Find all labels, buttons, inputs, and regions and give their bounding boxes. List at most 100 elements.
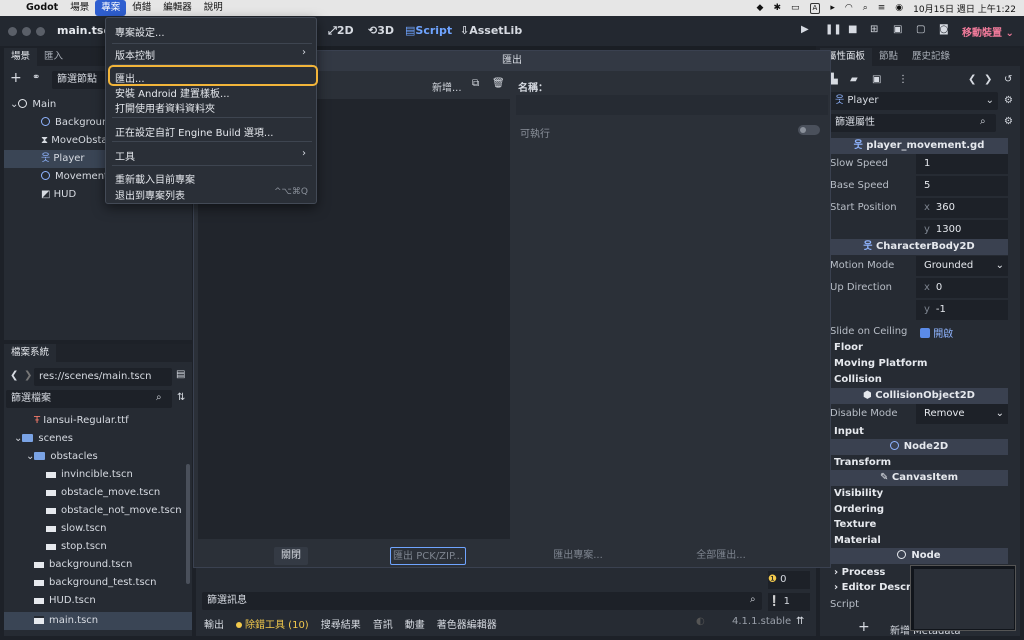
link-icon[interactable]: ⚭ bbox=[32, 72, 40, 83]
tab-history[interactable]: 歷史記錄 bbox=[905, 48, 957, 66]
node-tools-icon[interactable]: ⚙ bbox=[1004, 95, 1013, 106]
siri-icon[interactable]: ◉ bbox=[895, 3, 903, 13]
wifi-icon[interactable]: ◠ bbox=[845, 3, 853, 13]
remote-debug-icon[interactable]: ⊞ bbox=[870, 24, 878, 35]
filter-messages-input[interactable]: 篩選訊息 bbox=[202, 592, 762, 610]
save-icon[interactable]: ▣ bbox=[872, 74, 881, 85]
tab-shader-editor[interactable]: 著色器編輯器 bbox=[437, 616, 497, 631]
menu-item-reload-project[interactable]: 重新載入目前專案 bbox=[115, 171, 195, 186]
open-folder-icon[interactable]: ▰ bbox=[850, 74, 858, 85]
group-floor[interactable]: Floor bbox=[834, 342, 863, 353]
screenshot-thumbnail[interactable] bbox=[910, 565, 1016, 631]
node-section[interactable]: Node bbox=[830, 548, 1008, 564]
fs-scrollbar[interactable] bbox=[186, 464, 190, 584]
tab-animation[interactable]: 動畫 bbox=[405, 616, 425, 631]
fs-item[interactable]: slow.tscn bbox=[4, 520, 192, 538]
menu-item-tools[interactable]: 工具 bbox=[115, 148, 135, 163]
collapse-icon[interactable]: ⌄ bbox=[10, 99, 18, 110]
disable-mode-select[interactable]: Remove ⌄ bbox=[916, 404, 1008, 424]
play-icon[interactable]: ▸ bbox=[830, 3, 835, 13]
export-project-button[interactable]: 匯出專案... bbox=[548, 547, 608, 565]
menu-item-version-control[interactable]: 版本控制 bbox=[115, 47, 155, 62]
fs-folder-scenes[interactable]: ⌄ scenes bbox=[4, 430, 192, 448]
tab-import[interactable]: 匯入 bbox=[37, 48, 70, 66]
bluetooth-icon[interactable]: ✱ bbox=[773, 3, 781, 13]
collapse-icon[interactable]: ⌄ bbox=[14, 433, 22, 444]
tab-scene[interactable]: 場景 bbox=[4, 48, 38, 66]
next-icon[interactable]: ❯ bbox=[984, 74, 992, 85]
movie-maker-icon[interactable]: ◙ bbox=[939, 24, 949, 35]
menu-item-quit-to-list[interactable]: 退出到專案列表 bbox=[115, 187, 185, 202]
filter-properties-input[interactable]: 篩選屬性 bbox=[830, 114, 996, 132]
group-collision[interactable]: Collision bbox=[834, 374, 882, 385]
prev-icon[interactable]: ❮ bbox=[968, 74, 976, 85]
runnable-toggle[interactable] bbox=[798, 125, 820, 135]
node2d-section[interactable]: Node2D bbox=[830, 439, 1008, 455]
apple-icon[interactable] bbox=[8, 0, 20, 16]
mode-3d[interactable]: ⟲3D bbox=[368, 24, 394, 37]
add-preset-button[interactable]: 新增... bbox=[432, 79, 462, 94]
group-ordering[interactable]: Ordering bbox=[834, 504, 884, 515]
menu-debug[interactable]: 偵錯 bbox=[126, 0, 157, 16]
mode-assetlib[interactable]: ⇩AssetLib bbox=[460, 24, 522, 37]
fs-item[interactable]: obstacle_not_move.tscn bbox=[4, 502, 192, 520]
battery-icon[interactable]: ▭ bbox=[791, 3, 800, 13]
filter-files-input[interactable]: 篩選檔案 bbox=[6, 390, 172, 408]
play-custom-icon[interactable]: ▢ bbox=[916, 24, 925, 35]
tab-filesystem[interactable]: 檔案系統 bbox=[4, 344, 57, 362]
fs-folder-obstacles[interactable]: ⌄ obstacles bbox=[4, 448, 192, 466]
menu-item-engine-build[interactable]: 正在設定自訂 Engine Build 選項... bbox=[115, 124, 273, 139]
export-pck-zip-button[interactable]: 匯出 PCK/ZIP... bbox=[390, 547, 466, 565]
menu-editor[interactable]: 編輯器 bbox=[157, 0, 198, 16]
slide-on-ceiling-checkbox[interactable]: 開啟 bbox=[920, 325, 953, 340]
fs-item[interactable]: invincible.tscn bbox=[4, 466, 192, 484]
fs-item[interactable]: background.tscn bbox=[4, 556, 192, 574]
clock[interactable]: 10月15日 週日 上午1:22 bbox=[913, 2, 1016, 15]
name-field[interactable] bbox=[516, 95, 828, 115]
warn-count[interactable]: ❕ 1 bbox=[768, 593, 810, 611]
deploy-button[interactable]: 移動裝置 ⌄ bbox=[962, 24, 1014, 39]
play-icon[interactable]: ▶ bbox=[801, 24, 809, 35]
new-resource-icon[interactable]: ▙ bbox=[830, 74, 838, 85]
up-y-field[interactable]: y -1 bbox=[916, 300, 1008, 320]
motion-mode-select[interactable]: Grounded ⌄ bbox=[916, 256, 1008, 276]
start-x-field[interactable]: x 360 bbox=[916, 198, 1008, 218]
nav-forward-icon[interactable]: ❯ bbox=[24, 370, 32, 381]
filter-nodes-input[interactable]: 篩選節點 bbox=[52, 71, 108, 89]
group-visibility[interactable]: Visibility bbox=[834, 488, 883, 499]
add-node-icon[interactable]: + bbox=[10, 70, 22, 86]
mode-2d[interactable]: ⤢2D bbox=[328, 24, 354, 38]
fs-item[interactable]: obstacle_move.tscn bbox=[4, 484, 192, 502]
control-center-icon[interactable]: ≡ bbox=[878, 3, 886, 13]
stop-icon[interactable]: ■ bbox=[848, 24, 857, 35]
minimize-window-icon[interactable] bbox=[22, 27, 31, 36]
docker-icon[interactable]: ◆ bbox=[757, 3, 764, 13]
fs-item[interactable]: background_test.tscn bbox=[4, 574, 192, 592]
tab-audio[interactable]: 音訊 bbox=[373, 616, 393, 631]
group-material[interactable]: Material bbox=[834, 535, 881, 546]
menu-item-open-user-data[interactable]: 打開使用者資料資料夾 bbox=[115, 100, 215, 115]
history-icon[interactable]: ↺ bbox=[1004, 74, 1012, 85]
path-input[interactable]: res://scenes/main.tscn bbox=[34, 368, 172, 386]
close-button[interactable]: 關閉 bbox=[274, 547, 308, 565]
close-window-icon[interactable] bbox=[8, 27, 17, 36]
menu-item-install-android-template[interactable]: 安裝 Android 建置樣板... bbox=[115, 85, 230, 100]
trash-icon[interactable]: 🗑 bbox=[492, 78, 505, 89]
group-input[interactable]: Input bbox=[834, 426, 864, 437]
characterbody-section[interactable]: 웃 CharacterBody2D bbox=[830, 239, 1008, 255]
slow-speed-field[interactable]: 1 bbox=[916, 154, 1008, 174]
fs-item[interactable]: stop.tscn bbox=[4, 538, 192, 556]
tab-node[interactable]: 節點 bbox=[872, 48, 905, 66]
mode-script[interactable]: ▤Script bbox=[405, 24, 452, 37]
fs-item-font[interactable]: Ŧ Iansui-Regular.ttf bbox=[4, 412, 192, 430]
group-process[interactable]: › Process bbox=[834, 567, 885, 578]
fs-item[interactable]: HUD.tscn bbox=[4, 592, 192, 610]
base-speed-field[interactable]: 5 bbox=[916, 176, 1008, 196]
start-y-field[interactable]: y 1300 bbox=[916, 220, 1008, 240]
nav-back-icon[interactable]: ❮ bbox=[10, 370, 18, 381]
canvasitem-section[interactable]: ✎ CanvasItem bbox=[830, 470, 1008, 486]
input-source-icon[interactable]: A bbox=[809, 2, 821, 14]
menu-app[interactable]: Godot bbox=[20, 0, 64, 16]
menu-item-export[interactable]: 匯出... bbox=[115, 70, 145, 85]
node-selector[interactable]: 웃 Player ⌄ bbox=[830, 92, 998, 110]
